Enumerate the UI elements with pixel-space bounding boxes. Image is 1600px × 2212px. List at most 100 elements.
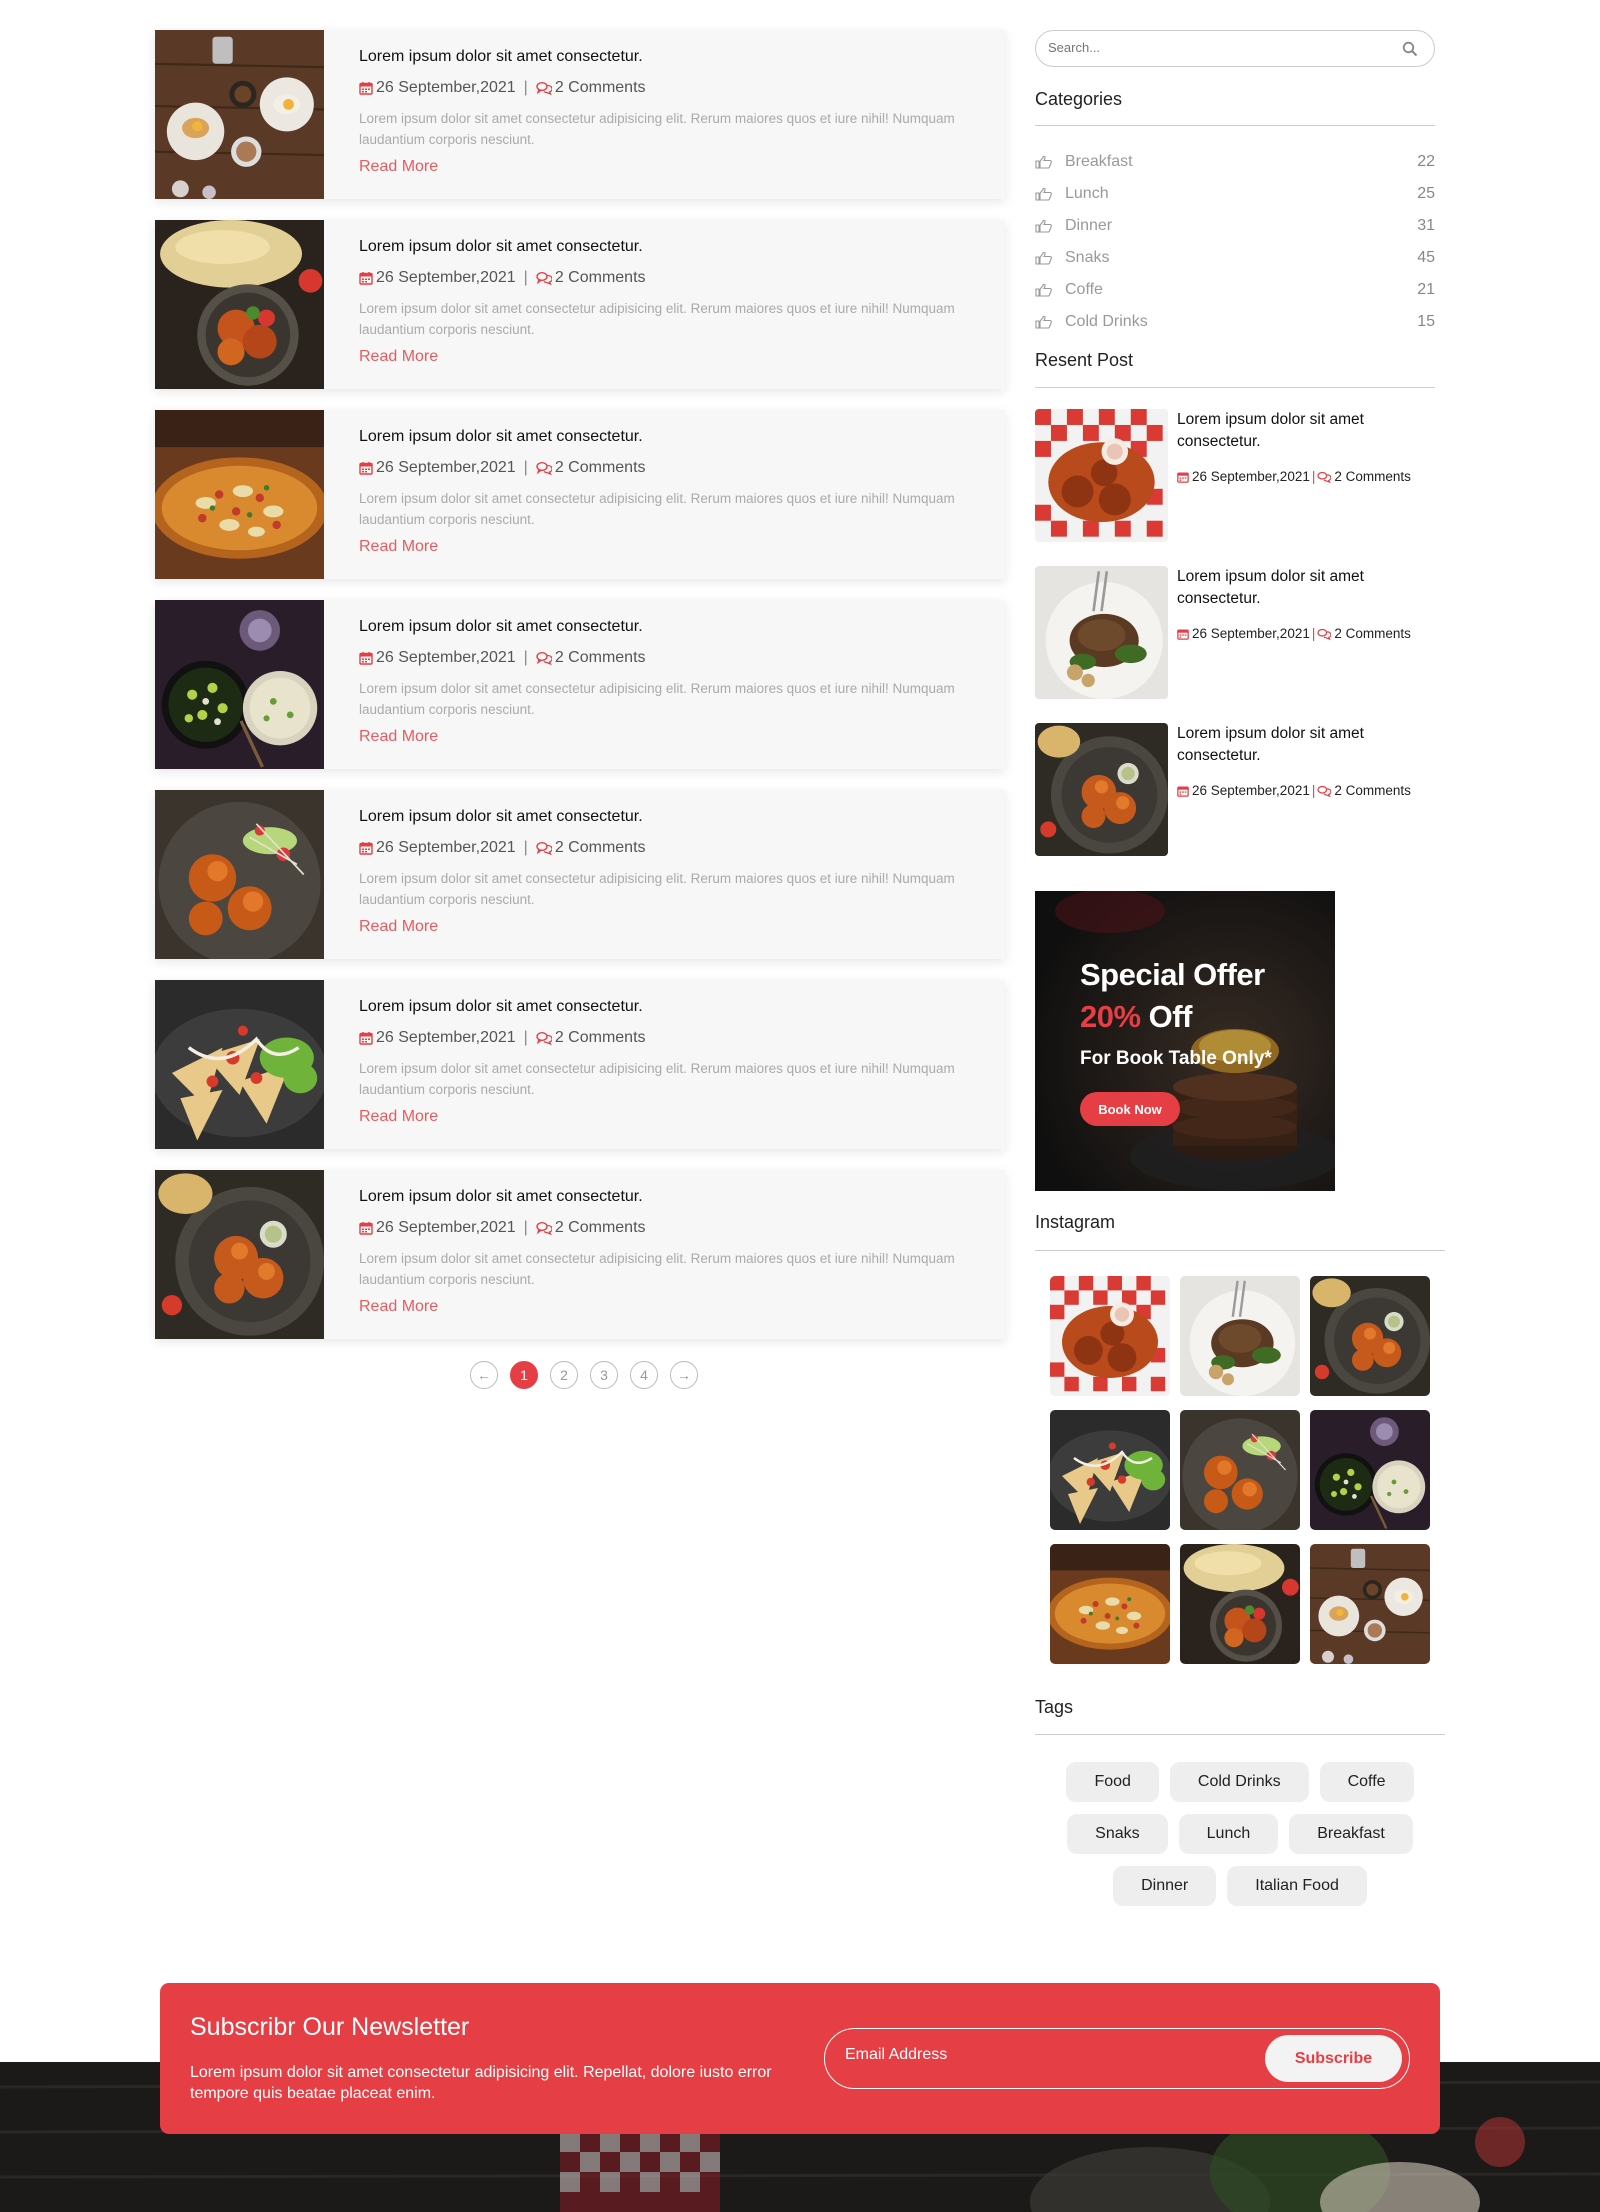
comments-icon bbox=[536, 271, 552, 285]
next-page-button[interactable]: → bbox=[670, 1361, 698, 1389]
read-more-link[interactable]: Read More bbox=[359, 918, 438, 936]
calendar-icon bbox=[359, 271, 373, 285]
food-photo bbox=[1050, 1410, 1170, 1530]
search-icon[interactable] bbox=[1402, 41, 1418, 62]
category-list: Breakfast 22 Lunch 25 Dinner 31 Snaks 45… bbox=[1035, 146, 1435, 338]
tag-chip[interactable]: Coffe bbox=[1319, 1762, 1414, 1802]
read-more-link[interactable]: Read More bbox=[359, 1298, 438, 1316]
category-item[interactable]: Dinner 31 bbox=[1035, 210, 1435, 242]
category-item[interactable]: Coffe 21 bbox=[1035, 274, 1435, 306]
post-thumbnail[interactable] bbox=[155, 1170, 324, 1339]
recent-post-image[interactable] bbox=[1035, 723, 1168, 856]
tag-chip[interactable]: Italian Food bbox=[1227, 1866, 1367, 1906]
calendar-icon bbox=[359, 1031, 373, 1045]
recent-post-comments[interactable]: 2 Comments bbox=[1334, 626, 1411, 641]
thumbs-up-icon bbox=[1035, 283, 1065, 297]
book-now-button[interactable]: Book Now bbox=[1080, 1092, 1180, 1126]
tag-cloud: Food Cold Drinks Coffe Snaks Lunch Break… bbox=[1035, 1762, 1445, 1918]
category-label: Lunch bbox=[1065, 185, 1109, 202]
food-photo bbox=[155, 220, 324, 389]
page-button[interactable]: 4 bbox=[630, 1361, 658, 1389]
post-title[interactable]: Lorem ipsum dolor sit amet consectetur. bbox=[359, 806, 991, 828]
subscribe-button[interactable]: Subscribe bbox=[1265, 2035, 1402, 2082]
page-button[interactable]: 3 bbox=[590, 1361, 618, 1389]
recent-post[interactable]: Lorem ipsum dolor sit amet consectetur. … bbox=[1035, 723, 1435, 856]
instagram-photo[interactable] bbox=[1310, 1544, 1430, 1664]
category-label: Coffe bbox=[1065, 281, 1103, 298]
instagram-photo[interactable] bbox=[1050, 1544, 1170, 1664]
post-comments[interactable]: 2 Comments bbox=[555, 838, 646, 858]
recent-post-title[interactable]: Lorem ipsum dolor sit amet consectetur. bbox=[1177, 566, 1435, 610]
post-excerpt: Lorem ipsum dolor sit amet consectetur a… bbox=[359, 491, 955, 527]
page-button[interactable]: 1 bbox=[510, 1361, 538, 1389]
special-offer-banner[interactable]: Special Offer 20% Off For Book Table Onl… bbox=[1035, 891, 1335, 1191]
calendar-icon bbox=[1177, 785, 1189, 797]
recent-post-comments[interactable]: 2 Comments bbox=[1334, 469, 1411, 484]
page-button[interactable]: 2 bbox=[550, 1361, 578, 1389]
post-comments[interactable]: 2 Comments bbox=[555, 648, 646, 668]
food-photo bbox=[1050, 1544, 1170, 1664]
recent-post[interactable]: Lorem ipsum dolor sit amet consectetur. … bbox=[1035, 409, 1435, 542]
email-field[interactable] bbox=[845, 2046, 1205, 2064]
post-thumbnail[interactable] bbox=[155, 600, 324, 769]
thumbs-up-icon bbox=[1035, 187, 1065, 201]
post-title[interactable]: Lorem ipsum dolor sit amet consectetur. bbox=[359, 426, 991, 448]
recent-post-image[interactable] bbox=[1035, 566, 1168, 699]
category-count: 21 bbox=[1417, 281, 1435, 298]
post-comments[interactable]: 2 Comments bbox=[555, 78, 646, 98]
post-comments[interactable]: 2 Comments bbox=[555, 268, 646, 288]
post-thumbnail[interactable] bbox=[155, 220, 324, 389]
instagram-photo[interactable] bbox=[1050, 1410, 1170, 1530]
read-more-link[interactable]: Read More bbox=[359, 538, 438, 556]
tag-chip[interactable]: Lunch bbox=[1178, 1814, 1279, 1854]
post-title[interactable]: Lorem ipsum dolor sit amet consectetur. bbox=[359, 1186, 991, 1208]
tag-chip[interactable]: Breakfast bbox=[1289, 1814, 1413, 1854]
instagram-photo[interactable] bbox=[1050, 1276, 1170, 1396]
thumbs-up-icon bbox=[1035, 155, 1065, 169]
recent-post-title[interactable]: Lorem ipsum dolor sit amet consectetur. bbox=[1177, 723, 1435, 767]
meta-separator: | bbox=[523, 839, 528, 856]
food-photo bbox=[1035, 566, 1168, 699]
read-more-link[interactable]: Read More bbox=[359, 728, 438, 746]
category-item[interactable]: Lunch 25 bbox=[1035, 178, 1435, 210]
tag-chip[interactable]: Snaks bbox=[1067, 1814, 1168, 1854]
category-item[interactable]: Snaks 45 bbox=[1035, 242, 1435, 274]
instagram-photo[interactable] bbox=[1180, 1410, 1300, 1530]
category-item[interactable]: Cold Drinks 15 bbox=[1035, 306, 1435, 338]
food-photo bbox=[155, 1170, 324, 1339]
post-thumbnail[interactable] bbox=[155, 790, 324, 959]
recent-post-comments[interactable]: 2 Comments bbox=[1334, 783, 1411, 798]
tag-chip[interactable]: Dinner bbox=[1113, 1866, 1217, 1906]
search-input[interactable] bbox=[1048, 40, 1368, 55]
post-thumbnail[interactable] bbox=[155, 30, 324, 199]
instagram-photo[interactable] bbox=[1180, 1544, 1300, 1664]
post-thumbnail[interactable] bbox=[155, 410, 324, 579]
divider bbox=[1035, 125, 1435, 126]
tag-chip[interactable]: Cold Drinks bbox=[1169, 1762, 1309, 1802]
read-more-link[interactable]: Read More bbox=[359, 158, 438, 176]
food-photo bbox=[1035, 723, 1168, 856]
post-thumbnail[interactable] bbox=[155, 980, 324, 1149]
thumbs-up-icon bbox=[1035, 219, 1065, 233]
post-title[interactable]: Lorem ipsum dolor sit amet consectetur. bbox=[359, 616, 991, 638]
read-more-link[interactable]: Read More bbox=[359, 1108, 438, 1126]
instagram-photo[interactable] bbox=[1310, 1276, 1430, 1396]
post-title[interactable]: Lorem ipsum dolor sit amet consectetur. bbox=[359, 236, 991, 258]
category-item[interactable]: Breakfast 22 bbox=[1035, 146, 1435, 178]
recent-post-image[interactable] bbox=[1035, 409, 1168, 542]
post-comments[interactable]: 2 Comments bbox=[555, 1218, 646, 1238]
instagram-photo[interactable] bbox=[1180, 1276, 1300, 1396]
instagram-photo[interactable] bbox=[1310, 1410, 1430, 1530]
read-more-link[interactable]: Read More bbox=[359, 348, 438, 366]
prev-page-button[interactable]: ← bbox=[470, 1361, 498, 1389]
post-title[interactable]: Lorem ipsum dolor sit amet consectetur. bbox=[359, 46, 991, 68]
post-title[interactable]: Lorem ipsum dolor sit amet consectetur. bbox=[359, 996, 991, 1018]
tag-chip[interactable]: Food bbox=[1066, 1762, 1159, 1802]
recent-post-title[interactable]: Lorem ipsum dolor sit amet consectetur. bbox=[1177, 409, 1435, 453]
meta-separator: | bbox=[523, 1219, 528, 1236]
post-comments[interactable]: 2 Comments bbox=[555, 458, 646, 478]
meta-separator: | bbox=[1311, 783, 1316, 798]
recent-post[interactable]: Lorem ipsum dolor sit amet consectetur. … bbox=[1035, 566, 1435, 699]
post-comments[interactable]: 2 Comments bbox=[555, 1028, 646, 1048]
category-label: Dinner bbox=[1065, 217, 1113, 234]
